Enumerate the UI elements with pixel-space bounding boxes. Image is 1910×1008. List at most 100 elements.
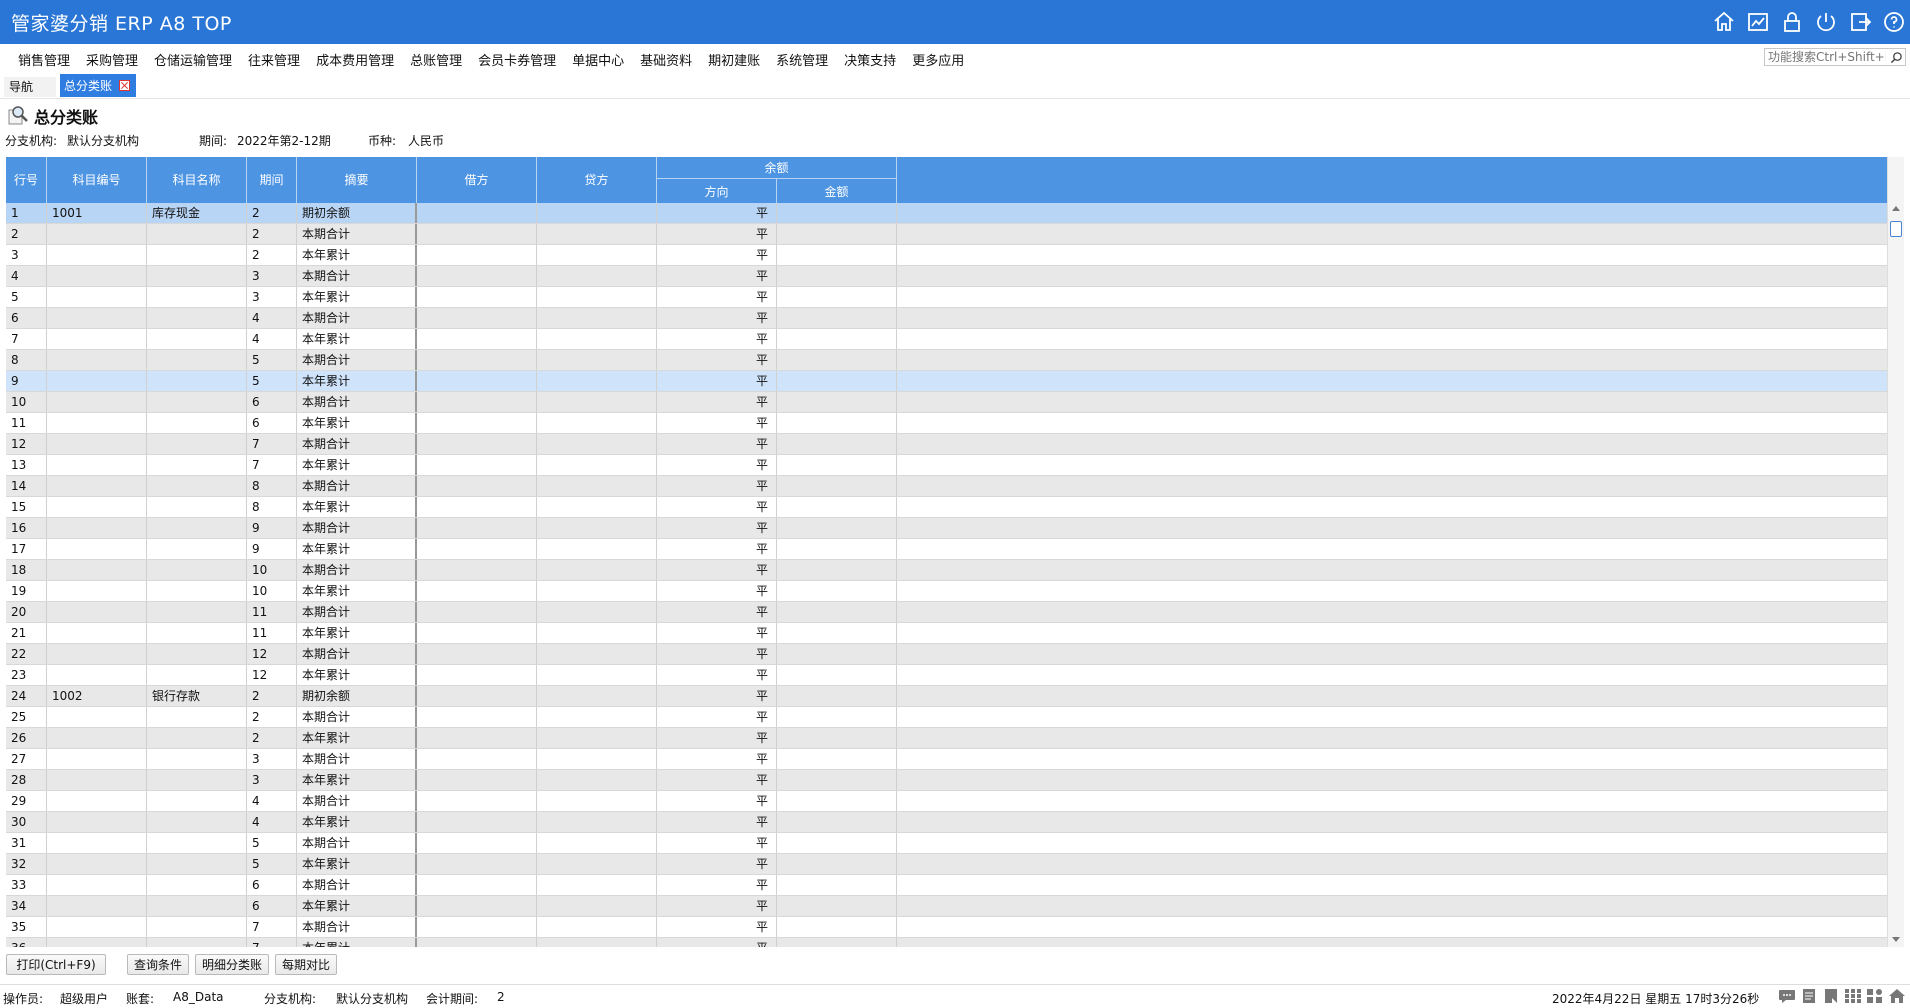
debit-cell[interactable] [417,371,537,391]
account-code-cell[interactable] [47,518,147,538]
period-cell[interactable]: 5 [247,350,297,370]
debit-cell[interactable] [417,833,537,853]
direction-cell[interactable]: 平 [657,371,777,391]
amount-cell[interactable] [777,224,897,244]
credit-cell[interactable] [537,938,657,947]
summary-cell[interactable]: 本期合计 [297,434,417,454]
credit-cell[interactable] [537,602,657,622]
period-cell[interactable]: 4 [247,791,297,811]
credit-cell[interactable] [537,266,657,286]
period-cell[interactable]: 11 [247,623,297,643]
amount-cell[interactable] [777,728,897,748]
amount-cell[interactable] [777,854,897,874]
row-no-cell[interactable]: 20 [6,602,47,622]
amount-cell[interactable] [777,245,897,265]
credit-cell[interactable] [537,350,657,370]
amount-cell[interactable] [777,665,897,685]
summary-cell[interactable]: 本年累计 [297,896,417,916]
direction-cell[interactable]: 平 [657,413,777,433]
period-cell[interactable]: 2 [247,224,297,244]
table-row[interactable]: 3 2 本年累计 平 [6,245,1888,266]
summary-cell[interactable]: 本年累计 [297,812,417,832]
power-icon[interactable] [1814,10,1838,34]
account-code-cell[interactable] [47,287,147,307]
period-cell[interactable]: 6 [247,875,297,895]
summary-cell[interactable]: 本年累计 [297,245,417,265]
debit-cell[interactable] [417,224,537,244]
account-name-cell[interactable] [147,581,247,601]
account-name-cell[interactable] [147,812,247,832]
amount-cell[interactable] [777,812,897,832]
table-row[interactable]: 14 8 本期合计 平 [6,476,1888,497]
period-cell[interactable]: 6 [247,896,297,916]
account-code-cell[interactable] [47,623,147,643]
direction-cell[interactable]: 平 [657,518,777,538]
row-no-cell[interactable]: 2 [6,224,47,244]
period-cell[interactable]: 7 [247,917,297,937]
row-no-cell[interactable]: 15 [6,497,47,517]
account-code-cell[interactable] [47,434,147,454]
table-row[interactable]: 26 2 本年累计 平 [6,728,1888,749]
amount-cell[interactable] [777,329,897,349]
close-icon[interactable] [119,80,130,91]
debit-cell[interactable] [417,896,537,916]
account-code-cell[interactable] [47,266,147,286]
direction-cell[interactable]: 平 [657,539,777,559]
table-row[interactable]: 12 7 本期合计 平 [6,434,1888,455]
account-name-cell[interactable] [147,707,247,727]
row-no-cell[interactable]: 18 [6,560,47,580]
table-row[interactable]: 21 11 本年累计 平 [6,623,1888,644]
summary-cell[interactable]: 本年累计 [297,581,417,601]
summary-cell[interactable]: 期初余额 [297,686,417,706]
credit-cell[interactable] [537,623,657,643]
account-name-cell[interactable] [147,917,247,937]
summary-cell[interactable]: 本期合计 [297,518,417,538]
account-name-cell[interactable] [147,770,247,790]
direction-cell[interactable]: 平 [657,770,777,790]
account-name-cell[interactable] [147,938,247,947]
credit-cell[interactable] [537,791,657,811]
header-debit[interactable]: 借方 [417,157,537,203]
credit-cell[interactable] [537,770,657,790]
credit-cell[interactable] [537,854,657,874]
table-row[interactable]: 34 6 本年累计 平 [6,896,1888,917]
credit-cell[interactable] [537,455,657,475]
debit-cell[interactable] [417,686,537,706]
table-row[interactable]: 20 11 本期合计 平 [6,602,1888,623]
row-no-cell[interactable]: 35 [6,917,47,937]
period-cell[interactable]: 2 [247,707,297,727]
direction-cell[interactable]: 平 [657,434,777,454]
table-row[interactable]: 23 12 本年累计 平 [6,665,1888,686]
account-name-cell[interactable] [147,665,247,685]
period-cell[interactable]: 11 [247,602,297,622]
account-name-cell[interactable] [147,896,247,916]
credit-cell[interactable] [537,749,657,769]
amount-cell[interactable] [777,308,897,328]
account-name-cell[interactable] [147,392,247,412]
period-cell[interactable]: 10 [247,581,297,601]
account-code-cell[interactable] [47,413,147,433]
credit-cell[interactable] [537,875,657,895]
header-direction[interactable]: 方向 [657,179,777,203]
apps-icon[interactable] [1866,988,1884,1004]
debit-cell[interactable] [417,623,537,643]
table-row[interactable]: 33 6 本期合计 平 [6,875,1888,896]
credit-cell[interactable] [537,245,657,265]
credit-cell[interactable] [537,686,657,706]
menu-item-accounts[interactable]: 往来管理 [248,50,300,69]
account-name-cell[interactable] [147,224,247,244]
summary-cell[interactable]: 本期合计 [297,224,417,244]
period-cell[interactable]: 7 [247,455,297,475]
row-no-cell[interactable]: 32 [6,854,47,874]
table-row[interactable]: 27 3 本期合计 平 [6,749,1888,770]
menu-item-ledger[interactable]: 总账管理 [410,50,462,69]
amount-cell[interactable] [777,749,897,769]
menu-item-membership[interactable]: 会员卡券管理 [478,50,556,69]
debit-cell[interactable] [417,308,537,328]
amount-cell[interactable] [777,644,897,664]
credit-cell[interactable] [537,287,657,307]
account-name-cell[interactable] [147,245,247,265]
credit-cell[interactable] [537,434,657,454]
period-cell[interactable]: 8 [247,497,297,517]
account-name-cell[interactable] [147,413,247,433]
